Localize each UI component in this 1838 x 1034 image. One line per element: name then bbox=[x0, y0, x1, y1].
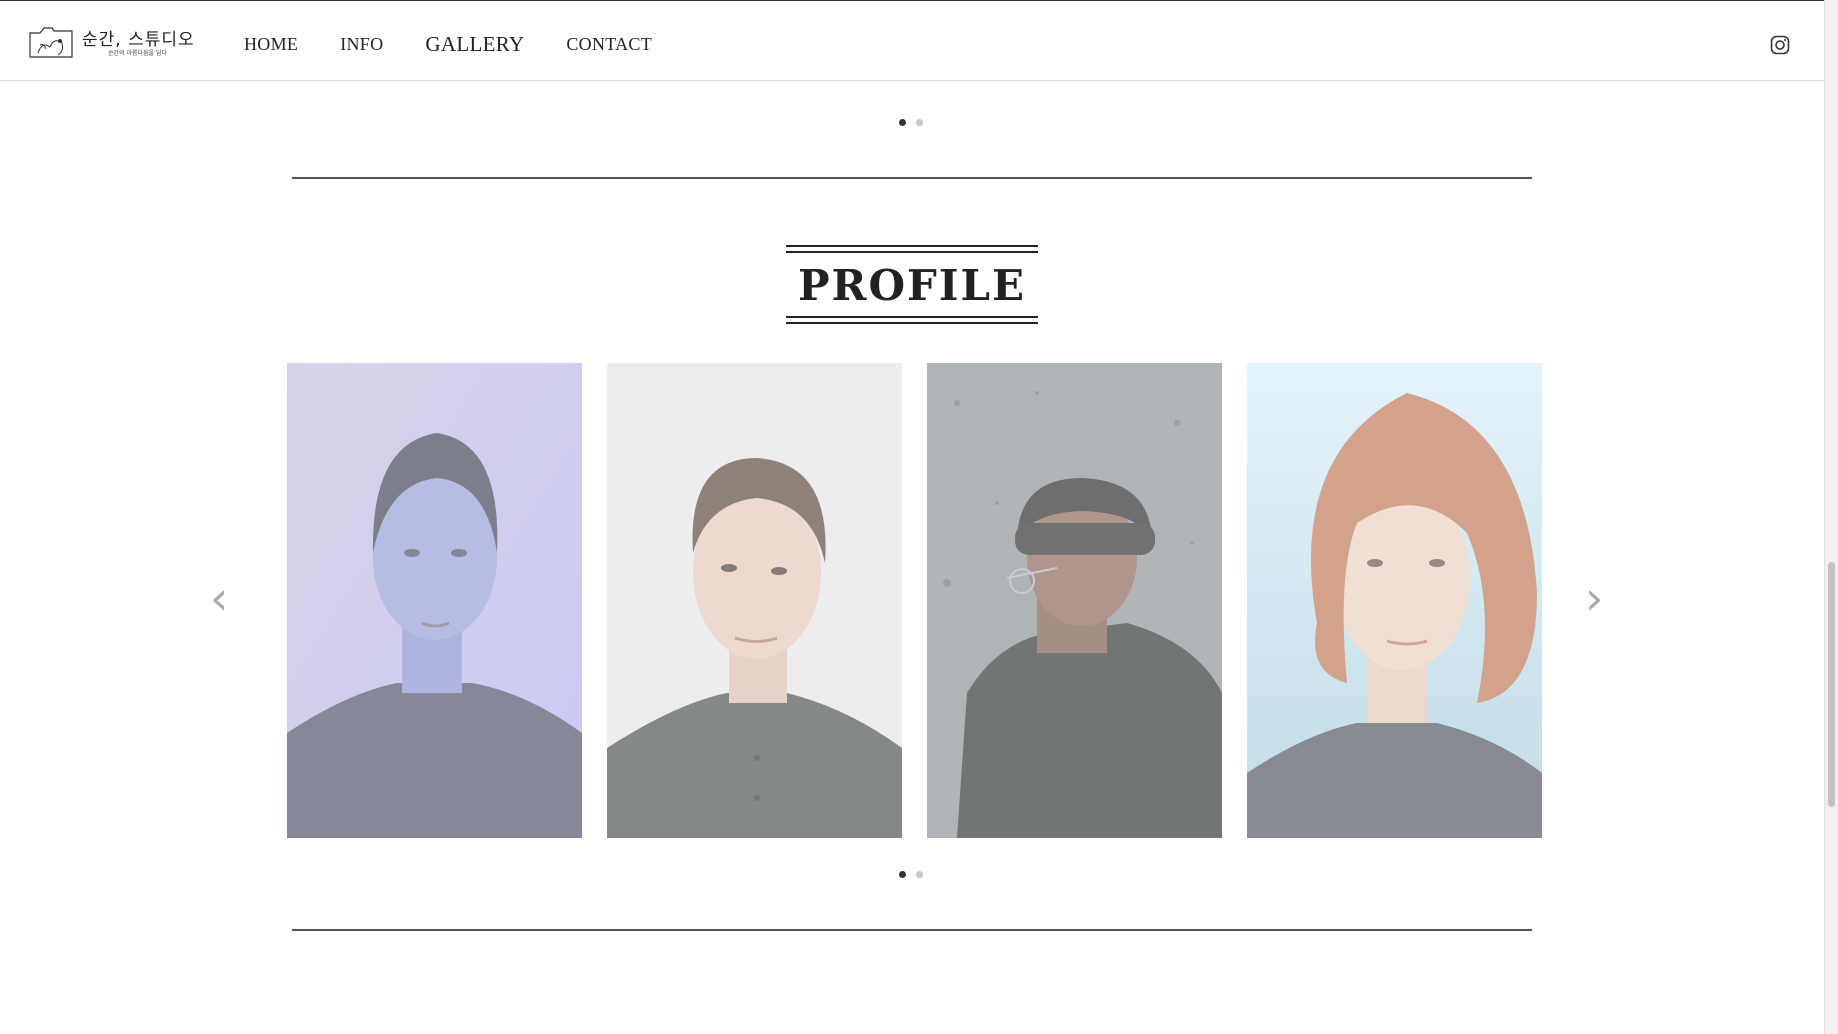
profile-card[interactable] bbox=[607, 363, 902, 838]
camera-logo-icon bbox=[29, 27, 73, 58]
portrait-man-beanie-image bbox=[927, 363, 1222, 838]
portrait-man-grey-image bbox=[607, 363, 902, 838]
logo[interactable]: 순간, 스튜디오 순간의 아름다움을 담다 bbox=[28, 23, 203, 63]
profile-card[interactable] bbox=[287, 363, 582, 838]
title-rule bbox=[786, 251, 1038, 253]
logo-subtitle: 순간의 아름다움을 담다 bbox=[108, 50, 168, 57]
title-rule bbox=[786, 316, 1038, 318]
carousel-dot[interactable] bbox=[899, 871, 906, 878]
carousel-dot[interactable] bbox=[899, 119, 906, 126]
site-header: 순간, 스튜디오 순간의 아름다움을 담다 HOME INFO GALLERY … bbox=[0, 0, 1824, 81]
profile-card[interactable] bbox=[927, 363, 1222, 838]
logo-title: 순간, 스튜디오 bbox=[82, 30, 195, 50]
section-divider bbox=[292, 177, 1532, 179]
profile-card[interactable] bbox=[1247, 363, 1542, 838]
scrollbar-thumb[interactable] bbox=[1828, 562, 1835, 807]
instagram-icon[interactable] bbox=[1770, 35, 1790, 55]
section-title: PROFILE bbox=[797, 261, 1027, 310]
profile-heading: PROFILE bbox=[786, 245, 1038, 325]
title-rule bbox=[786, 245, 1038, 247]
nav-home[interactable]: HOME bbox=[244, 34, 298, 57]
main-nav: HOME INFO GALLERY CONTACT bbox=[244, 32, 694, 57]
carousel-dot[interactable] bbox=[916, 871, 923, 878]
scrollbar[interactable] bbox=[1824, 0, 1838, 1034]
portrait-redhead-woman-image bbox=[1247, 363, 1542, 838]
nav-info[interactable]: INFO bbox=[340, 34, 383, 57]
carousel-dot[interactable] bbox=[916, 119, 923, 126]
portrait-woman-blue-image bbox=[287, 363, 582, 838]
top-carousel-dots bbox=[899, 119, 923, 126]
carousel-prev-arrow[interactable]: ‹ bbox=[210, 575, 228, 621]
carousel-next-arrow[interactable]: › bbox=[1585, 575, 1603, 621]
profile-carousel-dots bbox=[899, 871, 923, 878]
nav-contact[interactable]: CONTACT bbox=[566, 34, 652, 57]
nav-gallery[interactable]: GALLERY bbox=[425, 32, 524, 57]
page: 순간, 스튜디오 순간의 아름다움을 담다 HOME INFO GALLERY … bbox=[0, 0, 1824, 1034]
section-divider bbox=[292, 929, 1532, 931]
title-rule bbox=[786, 322, 1038, 324]
